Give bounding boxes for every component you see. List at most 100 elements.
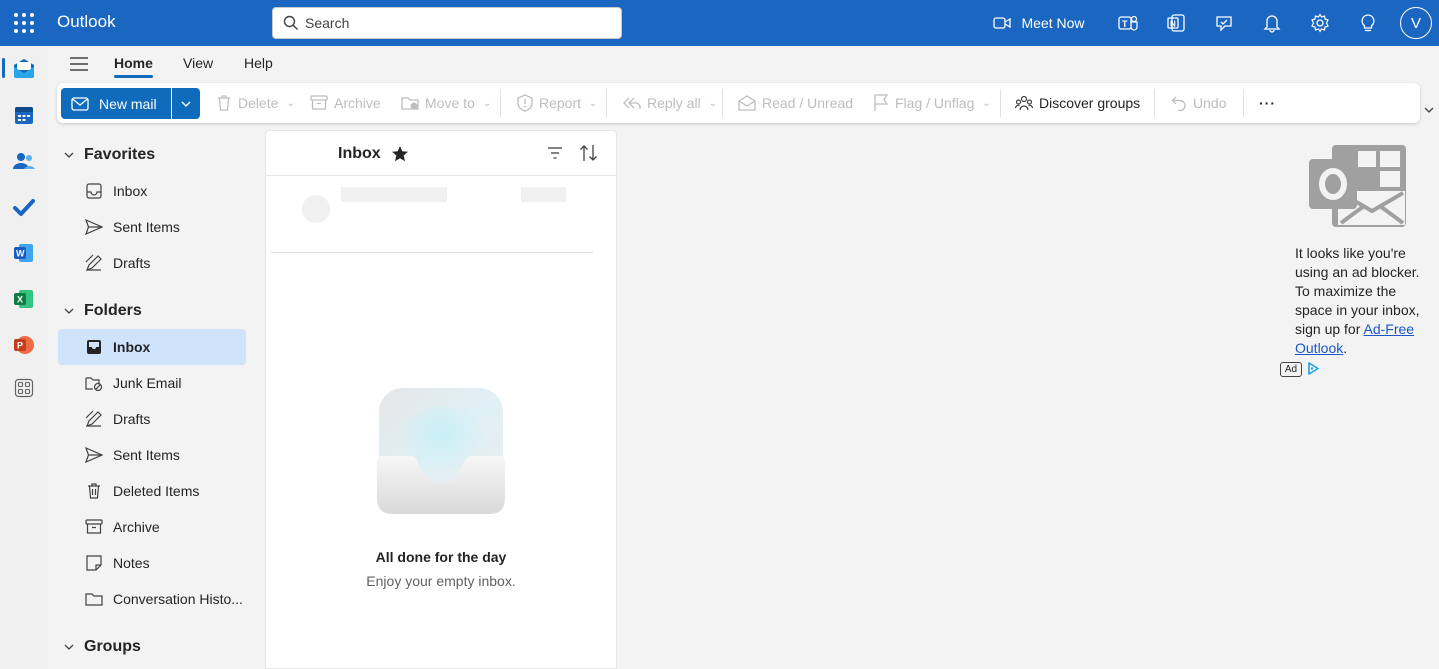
star-icon[interactable] — [391, 145, 409, 163]
tab-help[interactable]: Help — [244, 55, 273, 71]
rail-more-apps[interactable] — [8, 372, 40, 404]
report-button[interactable]: Report ⌄ — [517, 83, 597, 123]
undo-label: Undo — [1193, 95, 1227, 111]
folder-label: Drafts — [113, 255, 151, 271]
onenote-icon: N — [1167, 14, 1185, 32]
groups-icon — [1015, 95, 1033, 111]
excel-app-icon: X — [14, 290, 33, 308]
chevron-down-icon — [64, 308, 74, 314]
chevron-down-icon — [181, 101, 191, 107]
groups-header[interactable]: Groups — [64, 638, 141, 656]
folder-label: Inbox — [113, 339, 151, 355]
folder-label: Deleted Items — [113, 483, 200, 499]
reply-all-label: Reply all — [647, 95, 701, 111]
adchoices-icon[interactable] — [1307, 362, 1319, 375]
folder-sent-items[interactable]: Sent Items — [58, 437, 246, 473]
chevron-down-icon: ⌄ — [982, 97, 991, 109]
report-label: Report — [539, 95, 582, 111]
rail-people[interactable] — [8, 145, 40, 177]
message-list-title: Inbox — [338, 145, 381, 162]
rail-word[interactable]: W — [8, 237, 40, 269]
read-unread-button[interactable]: Read / Unread — [738, 83, 853, 123]
svg-text:X: X — [17, 295, 23, 305]
message-list: Inbox All done for the day Enjoy your em… — [265, 130, 617, 669]
folder-archive[interactable]: Archive — [58, 509, 246, 545]
new-mail-button[interactable]: New mail — [61, 88, 171, 119]
meet-now-label: Meet Now — [1021, 15, 1085, 31]
onenote-button[interactable]: N — [1160, 7, 1192, 39]
svg-text:N: N — [1170, 20, 1176, 29]
chevron-down-icon: ⌄ — [708, 97, 718, 109]
rail-todo[interactable] — [8, 191, 40, 223]
gear-icon — [1311, 13, 1329, 33]
app-launcher-icon[interactable] — [14, 13, 34, 33]
loading-placeholder-avatar — [302, 195, 330, 223]
search-box[interactable] — [272, 7, 622, 39]
folder-drafts[interactable]: Drafts — [58, 401, 246, 437]
folder-label: Drafts — [113, 411, 151, 427]
settings-button[interactable] — [1304, 7, 1336, 39]
archive-icon — [310, 95, 328, 110]
undo-button[interactable]: Undo — [1171, 83, 1226, 123]
move-to-button[interactable]: Move to ⌄ — [401, 83, 491, 123]
flag-icon — [874, 94, 889, 111]
folder-deleted-items[interactable]: Deleted Items — [58, 473, 246, 509]
trash-icon — [218, 95, 230, 111]
tips-button[interactable] — [1352, 7, 1384, 39]
favorite-sent-items[interactable]: Sent Items — [58, 209, 246, 245]
discover-groups-button[interactable]: Discover groups — [1015, 83, 1140, 123]
inbox-icon — [87, 340, 101, 354]
tab-view[interactable]: View — [183, 55, 213, 71]
account-avatar[interactable]: V — [1400, 7, 1432, 39]
app-title[interactable]: Outlook — [57, 12, 116, 32]
tab-home[interactable]: Home — [114, 55, 153, 78]
ribbon-separator — [1000, 89, 1001, 117]
search-input[interactable] — [305, 12, 605, 34]
teams-button[interactable]: T — [1112, 7, 1144, 39]
filter-icon[interactable] — [546, 145, 564, 161]
folder-inbox[interactable]: Inbox — [58, 329, 246, 365]
reply-all-button[interactable]: Reply all ⌄ — [623, 83, 717, 123]
svg-text:P: P — [17, 341, 23, 351]
sort-icon[interactable] — [579, 144, 599, 162]
folder-icon — [85, 593, 103, 606]
notifications-button[interactable] — [1256, 7, 1288, 39]
delete-label: Delete — [238, 95, 279, 111]
rail-mail[interactable] — [8, 52, 40, 84]
folder-label: Sent Items — [113, 447, 180, 463]
rail-excel[interactable]: X — [8, 283, 40, 315]
rail-powerpoint[interactable]: P — [8, 329, 40, 361]
move-to-label: Move to — [425, 95, 475, 111]
folder-pane: Favorites Inbox Sent Items Drafts Folder… — [50, 130, 262, 669]
bell-icon — [1263, 15, 1281, 33]
people-app-icon — [13, 153, 35, 169]
flag-unflag-button[interactable]: Flag / Unflag ⌄ — [873, 83, 991, 123]
inbox-icon — [86, 183, 102, 199]
envelope-open-icon — [738, 95, 756, 111]
calendar-app-icon — [15, 107, 33, 124]
ribbon-separator — [500, 89, 501, 117]
favorite-drafts[interactable]: Drafts — [58, 245, 246, 281]
empty-state-title: All done for the day — [375, 549, 507, 565]
folder-conversation-history[interactable]: Conversation Histo... — [58, 581, 246, 617]
hamburger-menu-icon[interactable] — [68, 54, 90, 74]
chevron-down-icon — [64, 152, 74, 158]
svg-text:W: W — [16, 249, 25, 259]
favorite-inbox[interactable]: Inbox — [58, 173, 246, 209]
new-mail-dropdown[interactable] — [172, 88, 200, 119]
folders-header[interactable]: Folders — [64, 302, 142, 320]
todo-button[interactable] — [1208, 7, 1240, 39]
trash-icon — [88, 483, 100, 499]
teams-icon: T — [1118, 15, 1138, 31]
more-options-button[interactable]: ··· — [1259, 83, 1276, 123]
meet-now-button[interactable]: Meet Now — [984, 7, 1094, 39]
ribbon-expand-icon[interactable] — [1424, 107, 1434, 113]
folder-notes[interactable]: Notes — [58, 545, 246, 581]
delete-button[interactable]: Delete ⌄ — [216, 83, 295, 123]
favorites-header[interactable]: Favorites — [64, 146, 155, 164]
rail-calendar[interactable] — [8, 99, 40, 131]
folder-junk-email[interactable]: Junk Email — [58, 365, 246, 401]
archive-button[interactable]: Archive — [310, 83, 381, 123]
favorites-label: Favorites — [84, 146, 156, 163]
video-camera-icon — [993, 17, 1012, 29]
